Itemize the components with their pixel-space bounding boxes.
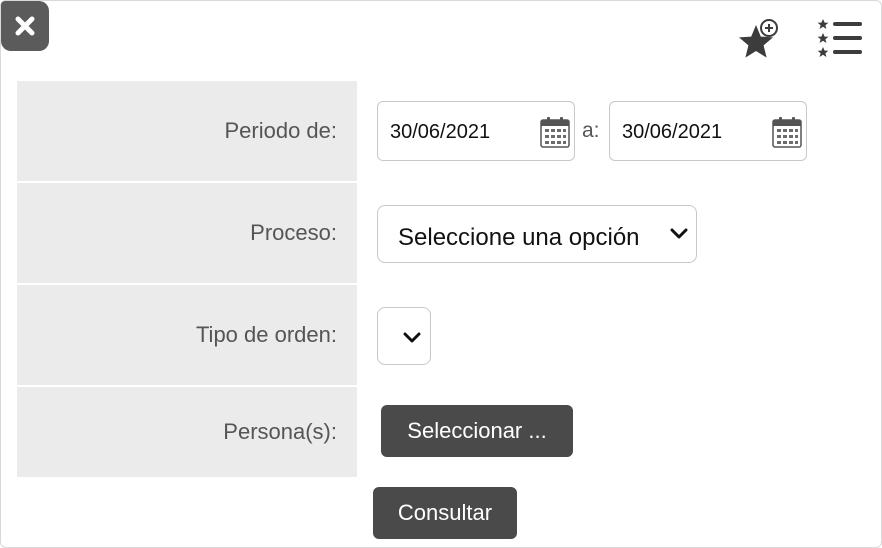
process-selected-value: Seleccione una opción <box>398 224 640 251</box>
chevron-down-icon <box>670 228 688 239</box>
dialog-panel: Periodo de: a: <box>0 0 882 548</box>
calendar-icon[interactable] <box>772 116 802 148</box>
star-add-icon[interactable] <box>734 19 780 65</box>
period-label: Periodo de: <box>224 118 337 143</box>
starred-list-icon[interactable] <box>816 17 864 65</box>
order-type-label-cell: Tipo de orden: <box>17 285 357 385</box>
process-label-cell: Proceso: <box>17 183 357 283</box>
select-persons-button[interactable]: Seleccionar ... <box>381 405 573 457</box>
order-type-select[interactable] <box>377 307 431 365</box>
chevron-down-icon <box>403 332 421 343</box>
persons-label-cell: Persona(s): <box>17 387 357 477</box>
close-icon <box>15 16 35 36</box>
date-from-field[interactable] <box>377 101 575 161</box>
period-label-cell: Periodo de: <box>17 81 357 181</box>
calendar-icon[interactable] <box>540 116 570 148</box>
period-separator: a: <box>582 119 600 142</box>
persons-label: Persona(s): <box>223 419 337 444</box>
date-from-input[interactable] <box>390 119 530 145</box>
close-button[interactable] <box>1 1 49 51</box>
process-label: Proceso: <box>250 220 337 245</box>
date-to-input[interactable] <box>622 119 762 145</box>
consult-button[interactable]: Consultar <box>373 487 517 539</box>
order-type-label: Tipo de orden: <box>195 322 337 347</box>
date-to-field[interactable] <box>609 101 807 161</box>
process-select[interactable]: Seleccione una opción <box>377 205 697 263</box>
